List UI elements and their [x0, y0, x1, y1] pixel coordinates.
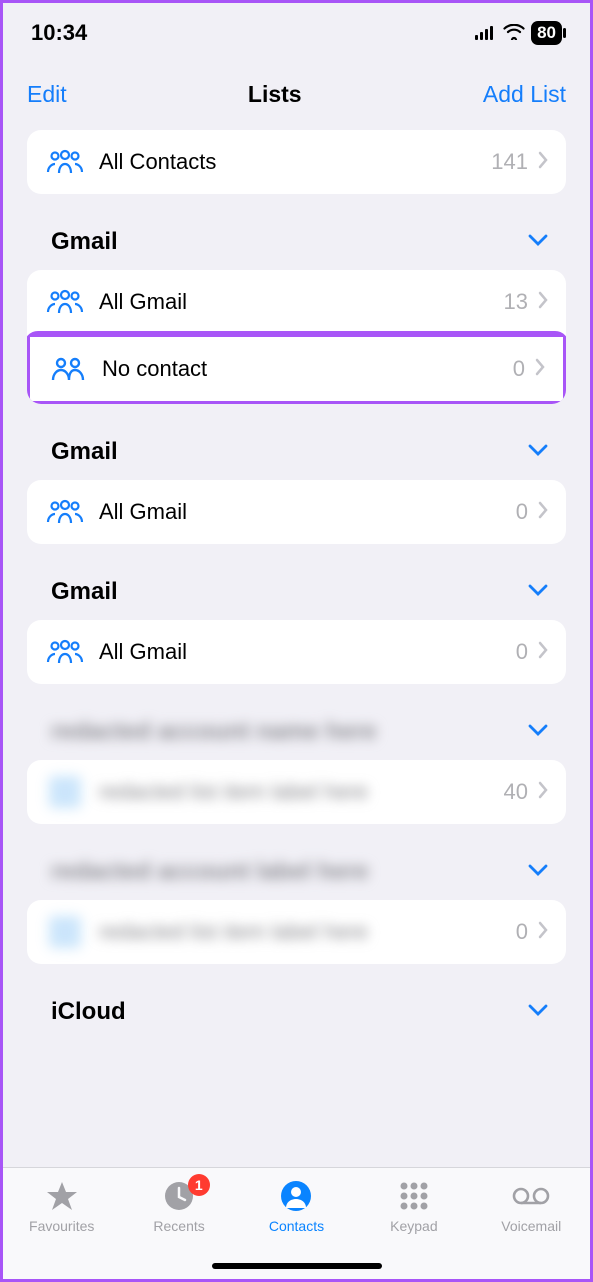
- chevron-right-icon: [538, 291, 548, 314]
- wifi-icon: [503, 20, 525, 46]
- tab-label: Recents: [153, 1218, 204, 1234]
- section-header-redacted-2[interactable]: redacted account label here: [27, 824, 566, 900]
- list-row[interactable]: redacted list item label here 0: [27, 900, 566, 964]
- section-title: redacted account label here: [51, 858, 368, 886]
- nav-bar: Edit Lists Add List: [3, 63, 590, 130]
- all-contacts-row[interactable]: All Contacts 141: [27, 130, 566, 194]
- tab-favourites[interactable]: Favourites: [3, 1178, 120, 1234]
- battery-level: 80: [537, 23, 556, 43]
- tab-label: Contacts: [269, 1218, 324, 1234]
- edit-button[interactable]: Edit: [27, 81, 67, 108]
- person-icon: [280, 1178, 312, 1214]
- group-icon: [45, 289, 85, 315]
- list-item-label: redacted list item label here: [99, 919, 516, 945]
- chevron-down-icon: [528, 443, 548, 461]
- group-icon: [45, 499, 85, 525]
- status-indicators: 80: [475, 20, 562, 46]
- tab-keypad[interactable]: Keypad: [355, 1178, 472, 1234]
- chevron-right-icon: [535, 358, 545, 381]
- list-item-count: 0: [513, 356, 525, 382]
- all-contacts-label: All Contacts: [99, 149, 491, 175]
- gmail-2-card: All Gmail 0: [27, 480, 566, 544]
- list-item-count: 0: [516, 919, 528, 945]
- gmail-1-card: All Gmail 13 No contact 0: [27, 270, 566, 404]
- battery-icon: 80: [531, 21, 562, 45]
- page-title: Lists: [248, 81, 302, 108]
- tab-recents[interactable]: 1 Recents: [120, 1178, 237, 1234]
- star-icon: [45, 1178, 79, 1214]
- list-row[interactable]: redacted list item label here 40: [27, 760, 566, 824]
- section-title: Gmail: [51, 578, 118, 606]
- list-item-count: 13: [504, 289, 528, 315]
- chevron-right-icon: [538, 921, 548, 944]
- all-gmail-row[interactable]: All Gmail 0: [27, 480, 566, 544]
- list-item-label: redacted list item label here: [99, 779, 504, 805]
- keypad-icon: [398, 1178, 430, 1214]
- list-item-label: All Gmail: [99, 289, 504, 315]
- tab-label: Voicemail: [501, 1218, 561, 1234]
- home-indicator[interactable]: [212, 1263, 382, 1269]
- chevron-down-icon: [528, 583, 548, 601]
- chevron-down-icon: [528, 723, 548, 741]
- chevron-down-icon: [528, 863, 548, 881]
- all-contacts-count: 141: [491, 149, 528, 175]
- all-contacts-card: All Contacts 141: [27, 130, 566, 194]
- all-gmail-row[interactable]: All Gmail 0: [27, 620, 566, 684]
- chevron-right-icon: [538, 501, 548, 524]
- list-item-count: 40: [504, 779, 528, 805]
- group-icon: [45, 639, 85, 665]
- list-item-label: All Gmail: [99, 499, 516, 525]
- tab-label: Keypad: [390, 1218, 437, 1234]
- chevron-down-icon: [528, 1003, 548, 1021]
- status-time: 10:34: [31, 20, 87, 46]
- group-icon: [45, 916, 85, 948]
- list-item-count: 0: [516, 499, 528, 525]
- section-header-gmail-3[interactable]: Gmail: [27, 544, 566, 620]
- all-gmail-row[interactable]: All Gmail 13: [27, 270, 566, 334]
- recents-badge: 1: [188, 1174, 210, 1196]
- group-icon: [48, 356, 88, 382]
- chevron-right-icon: [538, 781, 548, 804]
- status-bar: 10:34 80: [3, 3, 590, 63]
- gmail-3-card: All Gmail 0: [27, 620, 566, 684]
- group-icon: [45, 776, 85, 808]
- list-item-label: No contact: [102, 356, 513, 382]
- add-list-button[interactable]: Add List: [483, 81, 566, 108]
- redacted-1-card: redacted list item label here 40: [27, 760, 566, 824]
- voicemail-icon: [511, 1178, 551, 1214]
- chevron-right-icon: [538, 151, 548, 174]
- tab-label: Favourites: [29, 1218, 94, 1234]
- section-header-gmail-1[interactable]: Gmail: [27, 194, 566, 270]
- section-title: Gmail: [51, 438, 118, 466]
- chevron-right-icon: [538, 641, 548, 664]
- tab-contacts[interactable]: Contacts: [238, 1178, 355, 1234]
- section-title: redacted account name here: [51, 718, 376, 746]
- redacted-2-card: redacted list item label here 0: [27, 900, 566, 964]
- no-contact-row[interactable]: No contact 0: [30, 337, 563, 401]
- section-header-redacted-1[interactable]: redacted account name here: [27, 684, 566, 760]
- section-title: iCloud: [51, 998, 126, 1026]
- list-item-count: 0: [516, 639, 528, 665]
- section-header-icloud[interactable]: iCloud: [27, 964, 566, 1030]
- chevron-down-icon: [528, 233, 548, 251]
- section-header-gmail-2[interactable]: Gmail: [27, 404, 566, 480]
- tab-bar: Favourites 1 Recents Contacts Keypad V: [3, 1167, 590, 1279]
- group-icon: [45, 149, 85, 175]
- tab-voicemail[interactable]: Voicemail: [473, 1178, 590, 1234]
- cellular-icon: [475, 20, 497, 46]
- section-title: Gmail: [51, 228, 118, 256]
- list-item-label: All Gmail: [99, 639, 516, 665]
